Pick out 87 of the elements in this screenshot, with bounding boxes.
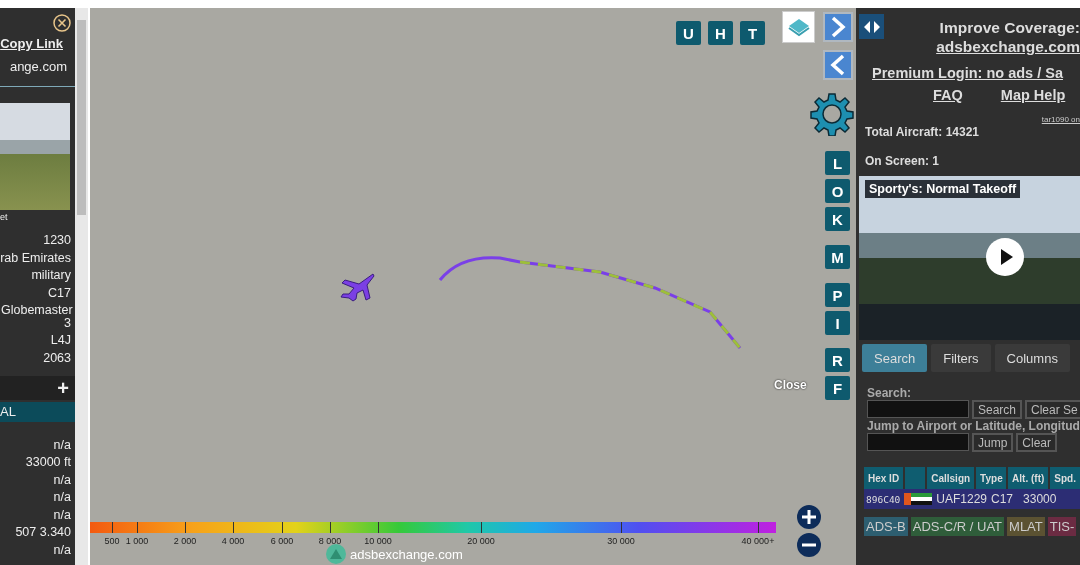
column-header[interactable]: Hex ID xyxy=(864,467,904,489)
site-text: ange.com xyxy=(9,59,68,74)
on-screen-text: On Screen: 1 xyxy=(865,153,941,170)
search-action-button[interactable]: Clear Se xyxy=(1025,400,1080,419)
play-icon[interactable] xyxy=(986,238,1024,276)
scale-label: 2 000 xyxy=(173,536,197,546)
logo-icon xyxy=(326,544,346,564)
map-toggle-button[interactable]: U xyxy=(676,21,701,45)
map-toggle-button[interactable]: T xyxy=(740,21,765,45)
expand-collapse-icon[interactable] xyxy=(859,14,884,39)
column-header[interactable]: Spd. xyxy=(1050,467,1080,489)
scale-label: 40 000+ xyxy=(741,536,775,546)
source-badge[interactable]: ADS-B xyxy=(864,517,908,536)
field-value: 2063 xyxy=(43,349,71,367)
layers-icon xyxy=(787,17,810,37)
field-value: military xyxy=(31,267,71,285)
scale-label: 10 000 xyxy=(364,536,392,546)
search-field[interactable] xyxy=(867,400,969,418)
jump-field[interactable] xyxy=(867,433,969,451)
map-toggle-button[interactable]: L xyxy=(825,151,850,175)
help-link[interactable]: Map Help xyxy=(1000,87,1066,103)
column-header[interactable]: Type xyxy=(976,467,1007,489)
search-action-button[interactable]: Search xyxy=(972,400,1023,419)
table-cell-text: 896C40 xyxy=(865,493,901,505)
scale-label: 30 000 xyxy=(607,536,635,546)
zoom-out-icon[interactable] xyxy=(797,533,821,557)
source-badge[interactable]: TIS- xyxy=(1047,517,1077,536)
help-link[interactable]: FAQ xyxy=(933,87,963,103)
heading: Improve Coverage: xyxy=(939,18,1080,37)
scale-label: 500 xyxy=(104,536,120,546)
field-value: 1230 xyxy=(43,232,71,249)
column-header[interactable]: Callsign xyxy=(927,467,975,489)
zoom-in-icon[interactable] xyxy=(797,505,821,529)
scale-label: 1 000 xyxy=(125,536,149,546)
map-toggle-button[interactable]: H xyxy=(708,21,733,45)
table-cell: 33000 xyxy=(1023,492,1057,506)
chevron-right-icon[interactable] xyxy=(823,12,853,42)
premium-login-link[interactable]: Premium Login: no ads / Sa xyxy=(872,65,1080,81)
jump-label: Jump to Airport or Latitude, Longitud xyxy=(867,419,1080,433)
field-value: n/a xyxy=(52,508,71,522)
version-link[interactable]: tar1090 on xyxy=(1041,115,1080,124)
attribution-text: adsbexchange.com xyxy=(350,546,463,562)
aircraft-row[interactable]: 896C40 UAF1229 C17 33000 xyxy=(864,489,1080,509)
expand-button[interactable]: + xyxy=(51,377,75,398)
scrollbar[interactable] xyxy=(75,8,90,565)
field-value: n/a xyxy=(53,436,71,454)
scale-label: 4 000 xyxy=(221,536,245,546)
field-value: rab Emirates xyxy=(0,249,71,267)
table-cell: C17 xyxy=(991,492,1014,506)
coverage-link[interactable]: adsbexchange.com xyxy=(936,37,1080,56)
layers-button[interactable] xyxy=(782,11,815,43)
map-toggle-button[interactable]: P xyxy=(825,283,850,307)
jump-action-button[interactable]: Clear xyxy=(1016,433,1058,452)
field-value: n/a xyxy=(53,471,71,489)
section-title: AL xyxy=(0,401,75,422)
field-value: C17 xyxy=(48,284,71,302)
map-toggle-button[interactable]: F xyxy=(825,376,850,400)
close-icon[interactable] xyxy=(53,14,71,32)
table-cell: UAF1229 xyxy=(936,492,988,506)
total-aircraft-text: Total Aircraft: 14321 xyxy=(865,124,981,141)
chevron-left-icon[interactable] xyxy=(823,50,853,80)
column-header[interactable]: Alt. (ft) xyxy=(1008,467,1049,489)
map-toggle-button[interactable]: K xyxy=(825,207,850,231)
scale-label: 20 000 xyxy=(467,536,495,546)
field-value: Globemaster 3 xyxy=(1,304,71,331)
field-value: L4J xyxy=(50,332,71,350)
source-badge[interactable]: ADS-C/R / UAT xyxy=(910,517,1005,536)
field-value: n/a xyxy=(53,489,71,507)
map-toggle-button[interactable]: R xyxy=(825,348,850,372)
scale-label: 8 000 xyxy=(318,536,342,546)
scale-label: 6 000 xyxy=(270,536,294,546)
photo-caption: et xyxy=(0,212,8,222)
jump-action-button[interactable]: Jump xyxy=(972,433,1014,452)
flag-icon xyxy=(904,493,933,505)
video-title: Sporty's: Normal Takeoff xyxy=(865,180,1021,198)
map-toggle-button[interactable]: M xyxy=(825,245,850,269)
source-badge[interactable]: MLAT xyxy=(1007,517,1045,536)
copy-link[interactable]: Copy Link xyxy=(0,36,75,51)
map-toggle-button[interactable]: O xyxy=(825,179,850,203)
map-toggle-button[interactable]: I xyxy=(825,311,850,335)
search-label: Search: xyxy=(867,386,913,400)
tab[interactable]: Filters xyxy=(931,344,991,372)
field-value: 33000 ft xyxy=(25,454,71,472)
field-value: n/a xyxy=(53,541,71,559)
settings-icon[interactable] xyxy=(810,92,854,136)
tab[interactable]: Columns xyxy=(994,344,1070,372)
field-value: 507 3.340 xyxy=(15,523,71,541)
